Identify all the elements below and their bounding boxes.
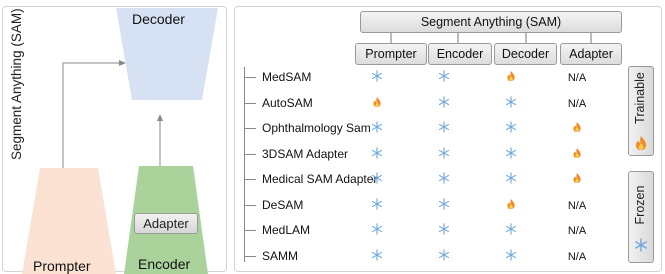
prompter-snowflake-icon (363, 172, 391, 188)
row-name: AutoSAM (262, 95, 313, 110)
encoder-snowflake-icon (430, 248, 458, 265)
arrowhead-up (157, 114, 163, 121)
row-tick (244, 255, 256, 257)
adapter-label: Adapter (143, 216, 189, 231)
decoder-snowflake-icon (497, 223, 525, 239)
encoder-snowflake-icon (430, 197, 458, 214)
row-name: MedLAM (262, 223, 311, 237)
encoder-snowflake-icon (430, 172, 458, 188)
prompter-to-decoder-arrow (62, 62, 120, 168)
column-encoder: Encoder (428, 43, 492, 65)
decoder-snowflake-icon (497, 121, 525, 137)
prompter-snowflake-icon (363, 70, 391, 86)
prompter-snowflake-icon (363, 197, 391, 214)
row-tick (244, 204, 256, 206)
adapter-na-text: N/A (567, 199, 587, 212)
decoder-snowflake-icon (497, 248, 525, 265)
row-tick (244, 77, 256, 78)
decoder-fire-icon (497, 198, 525, 214)
row-name: 3DSAM Adapter (262, 146, 349, 161)
adapter-box: Adapter (134, 213, 198, 234)
decoder-fire-icon (497, 70, 525, 86)
decoder-snowflake-icon (497, 95, 525, 112)
row-name: Ophthalmology Sam (262, 121, 371, 135)
fire-icon (634, 135, 648, 156)
adapter-fire-icon (563, 147, 591, 163)
decoder-snowflake-icon (497, 146, 525, 163)
encoder-snowflake-icon (430, 70, 458, 86)
frozen-label: Frozen (633, 185, 647, 225)
column-prompter: Prompter (355, 43, 427, 65)
prompter-snowflake-icon (363, 121, 391, 137)
row-tick (244, 230, 256, 231)
row-name: MedSAM (262, 70, 312, 84)
decoder-snowflake-icon (497, 172, 525, 188)
encoder-label: Encoder (138, 256, 191, 272)
row-tick (244, 153, 256, 155)
frozen-legend: Frozen (628, 171, 654, 263)
encoder-snowflake-icon (430, 121, 458, 137)
row-tick (244, 102, 256, 104)
trainable-legend: Trainable (628, 66, 654, 156)
prompter-snowflake-icon (363, 146, 391, 163)
encoder-snowflake-icon (430, 95, 458, 112)
prompter-label: Prompter (33, 258, 91, 274)
prompter-snowflake-icon (363, 223, 391, 239)
trainable-label: Trainable (633, 72, 647, 124)
row-bracket (244, 67, 245, 262)
row-name: Medical SAM Adapter (262, 172, 378, 186)
column-adapter: Adapter (560, 43, 622, 65)
decoder-label: Decoder (132, 11, 185, 27)
adapter-fire-icon (563, 172, 591, 188)
row-tick (244, 128, 256, 129)
prompter-snowflake-icon (363, 248, 391, 265)
column-decoder: Decoder (494, 43, 557, 65)
encoder-snowflake-icon (430, 223, 458, 239)
snowflake-icon (634, 238, 648, 257)
adapter-na-text: N/A (567, 72, 587, 84)
row-tick (244, 179, 256, 180)
row-name: DeSAM (262, 197, 304, 212)
sam-header: Segment Anything (SAM) (360, 11, 622, 33)
adapter-na-text: N/A (567, 250, 587, 263)
adapter-na-text: N/A (567, 225, 587, 237)
encoder-snowflake-icon (430, 146, 458, 163)
prompter-fire-icon (363, 96, 391, 112)
adapter-na-text: N/A (567, 97, 587, 110)
arrowhead-right (119, 60, 126, 66)
adapter-fire-icon (563, 121, 591, 137)
row-name: SAMM (262, 248, 298, 263)
